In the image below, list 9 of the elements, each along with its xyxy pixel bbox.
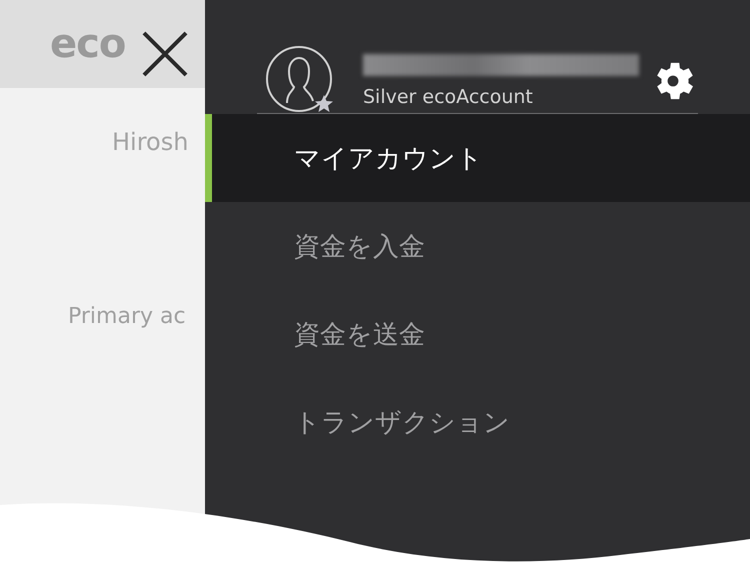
account-tier-label: Silver ecoAccount [363, 86, 533, 108]
menu-item[interactable]: マイアカウント [205, 114, 750, 202]
menu-item[interactable]: 資金を送金 [205, 290, 750, 378]
logo: eco [50, 21, 126, 67]
close-icon [140, 29, 190, 79]
user-name: Hirosh [112, 128, 190, 156]
menu-item[interactable]: トランザクション [205, 378, 750, 466]
menu-item[interactable]: 資金を入金 [205, 202, 750, 290]
account-label: Primary ac [68, 304, 187, 329]
